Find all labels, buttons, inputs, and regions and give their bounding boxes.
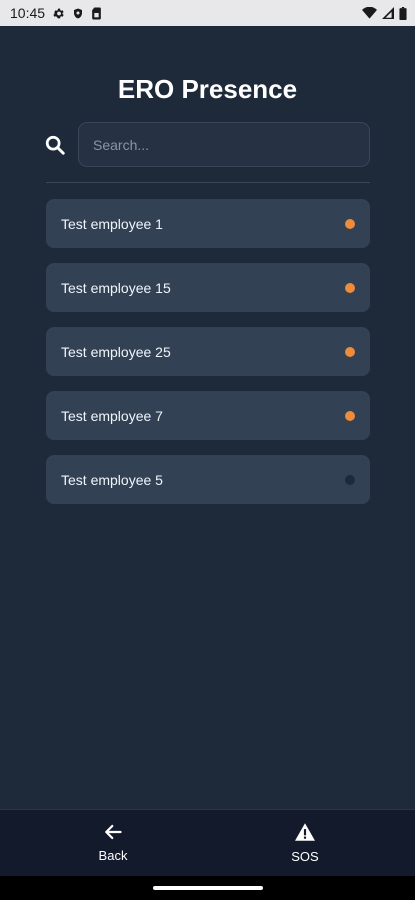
search-input[interactable]	[78, 122, 370, 167]
list-item[interactable]: Test employee 1	[46, 199, 370, 248]
employee-name: Test employee 7	[61, 407, 163, 424]
list-item[interactable]: Test employee 25	[46, 327, 370, 376]
status-time: 10:45	[10, 5, 46, 21]
list-item[interactable]: Test employee 5	[46, 455, 370, 504]
search-icon[interactable]	[44, 134, 66, 156]
signal-icon	[382, 7, 394, 19]
sos-button[interactable]: SOS	[245, 810, 365, 877]
bottom-nav: Back SOS	[0, 809, 415, 876]
battery-icon	[399, 6, 407, 20]
back-button[interactable]: Back	[53, 810, 173, 877]
back-label: Back	[98, 848, 128, 863]
status-indicator	[345, 218, 355, 229]
employee-name: Test employee 15	[61, 279, 171, 296]
status-indicator	[345, 474, 355, 485]
wifi-icon	[362, 7, 377, 19]
sim-card-icon	[91, 7, 102, 20]
page-title: ERO Presence	[117, 74, 298, 104]
employee-name: Test employee 25	[61, 343, 171, 360]
employee-name: Test employee 1	[61, 215, 163, 232]
home-gesture-handle[interactable]	[153, 886, 263, 890]
employee-list: Test employee 1 Test employee 15 Test em…	[46, 199, 370, 519]
status-left: 10:45	[10, 5, 102, 21]
warning-icon	[295, 823, 315, 846]
shield-icon	[72, 7, 84, 20]
divider	[46, 182, 370, 183]
status-indicator	[345, 346, 355, 357]
sos-label: SOS	[291, 849, 319, 864]
status-indicator	[345, 282, 355, 293]
employee-name: Test employee 5	[61, 471, 163, 488]
list-item[interactable]: Test employee 15	[46, 263, 370, 312]
list-item[interactable]: Test employee 7	[46, 391, 370, 440]
settings-icon	[52, 7, 65, 20]
status-right	[362, 6, 407, 20]
status-indicator	[345, 410, 355, 421]
app-screen: 10:45 ERO Presence Search... Test employ…	[0, 0, 415, 900]
status-bar: 10:45	[0, 0, 415, 26]
arrow-left-icon	[104, 824, 122, 845]
gesture-bar	[0, 876, 415, 900]
